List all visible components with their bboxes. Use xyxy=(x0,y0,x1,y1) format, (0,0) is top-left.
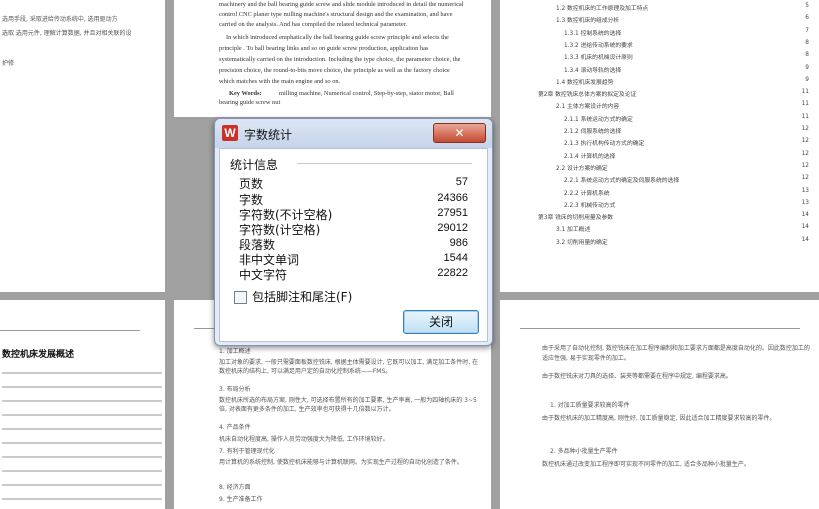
stat-value: 57 xyxy=(455,176,468,188)
toc-entry[interactable]: 2.1.2 伺服系统的选择 xyxy=(564,126,621,135)
toc-page: 1.2 数控机床的工作原理及加工特点 5 1.3 数控机床的组成分析 6 1.3.1 控… xyxy=(500,0,819,292)
document-page: 由于采用了自动化控制, 数控铣床在加工程序编制和加工要求方面都是高度自动化的。因… xyxy=(500,300,819,509)
dialog-titlebar[interactable]: W 字数统计 ✕ xyxy=(215,119,492,148)
dialog-title: 字数统计 xyxy=(244,128,293,142)
toc-page-number: 14 xyxy=(801,236,809,243)
keywords: milling machine, Numerical control, Step… xyxy=(279,90,454,97)
text-line: 选取 选用元件, 理解计算数据, 并且对相关联的设 xyxy=(2,30,132,37)
toc-page-number: 12 xyxy=(801,126,809,132)
text-line: 用计算机的系统控制, 使数控机床能够与计算机联网。为实现生产过程的自动化创造了条… xyxy=(219,459,463,466)
abstract-line: precision choice, the round-to-bits move… xyxy=(219,67,450,74)
abstract-line: principle . To ball bearing links and so… xyxy=(219,45,429,52)
stat-value: 24366 xyxy=(437,192,468,204)
include-footnotes-label[interactable]: 包括脚注和尾注(F) xyxy=(252,288,352,305)
document-page: 数控机床发展概述 xyxy=(0,300,165,509)
text-line: 7. 有利于管理现代化 xyxy=(219,448,275,455)
toc-page-number: 7 xyxy=(805,27,809,34)
toc-entry[interactable]: 3.2 切削用量的确定 xyxy=(556,237,608,246)
close-icon[interactable]: ✕ xyxy=(433,123,486,143)
stat-label: 中文字符 xyxy=(239,268,288,282)
toc-page-number: 12 xyxy=(801,162,809,169)
toc-entry[interactable]: 1.4 数控机床发展趋势 xyxy=(556,77,613,86)
stat-value: 27951 xyxy=(437,207,468,219)
toc-entry[interactable]: 1.2 数控机床的工作原理及加工特点 xyxy=(556,3,648,12)
section-label: 统计信息 xyxy=(230,158,279,172)
text-line: 1. 加工概述 xyxy=(219,348,251,355)
toc-entry[interactable]: 1.3.3 机床的机械设计原则 xyxy=(564,52,633,61)
toc-entry[interactable]: 2.1.4 计算机的选择 xyxy=(564,151,615,160)
stat-value: 1544 xyxy=(443,252,468,264)
stat-value: 986 xyxy=(449,237,468,249)
toc-entry[interactable]: 第2章 数控铣床总体方案的拟定及论证 xyxy=(538,89,636,98)
toc-page-number: 14 xyxy=(801,224,809,231)
text-line: 数控机床通过改变加工程序即可实现不同零件的加工, 适合多品种小批量生产。 xyxy=(542,461,750,468)
text-line: 9. 生产准备工作 xyxy=(219,496,263,503)
document-page: 选用手段, 采取进给传动系统中, 选用驱动方 选取 选用元件, 理解计算数据, … xyxy=(0,0,165,292)
toc-entry[interactable]: 2.1 主体方案设计的内容 xyxy=(556,101,619,110)
toc-entry[interactable]: 1.3.4 滚动导轨的选择 xyxy=(564,65,621,74)
text-line: 8. 经济方面 xyxy=(219,484,251,491)
text-line: 由于数控机床的加工精度高, 刚性好, 加工质量稳定, 因此适合加工精度要求较高的… xyxy=(542,415,776,422)
toc-entry[interactable]: 2.1.1 系统运动方式的确定 xyxy=(564,114,633,123)
toc-page-number: 9 xyxy=(805,76,809,83)
text-line: 加工对象的要求, 一般只需要面板数控铣床, 根据主体需要设计, 它既可以加工, … xyxy=(219,359,479,375)
toc-page-number: 13 xyxy=(801,199,809,206)
abstract-line: systematically carried on the introducti… xyxy=(219,56,461,63)
toc-page-number: 14 xyxy=(801,212,809,219)
toc-entry[interactable]: 2.2 设计方案的确定 xyxy=(556,163,608,172)
toc-page-number: 5 xyxy=(805,3,809,9)
toc-page-number: 9 xyxy=(805,64,809,71)
toc-entry[interactable]: 1.3 数控机床的组成分析 xyxy=(556,15,619,24)
toc-entry[interactable]: 1.3.2 进给传动系统的要求 xyxy=(564,40,633,49)
toc-entry[interactable]: 第3章 铣床的切削用量及参数 xyxy=(538,212,613,221)
toc-page-number: 11 xyxy=(801,113,809,120)
toc-page-number: 13 xyxy=(801,187,809,194)
toc-entry[interactable]: 2.2.1 系统运动方式的确定及伺服系统的选择 xyxy=(564,175,679,184)
stat-label: 页数 xyxy=(239,177,264,191)
text-line: 1. 对加工质量要求较高的零件 xyxy=(550,402,630,409)
toc-page-number: 8 xyxy=(805,52,809,59)
text-line: 2. 多品种小批量生产零件 xyxy=(550,448,618,455)
text-line: 4. 产品条件 xyxy=(219,424,251,431)
include-footnotes-checkbox[interactable] xyxy=(234,291,247,304)
toc-entry[interactable]: 2.2.2 计算机系统 xyxy=(564,188,610,197)
text-line: 选用手段, 采取进给传动系统中, 选用驱动方 xyxy=(2,16,118,23)
abstract-line: control CNC planer type milling machine'… xyxy=(219,11,453,18)
toc-entry[interactable]: 2.2.3 机械传动方式 xyxy=(564,200,615,209)
section-heading: 数控机床发展概述 xyxy=(2,350,75,360)
toc-page-number: 11 xyxy=(801,89,809,96)
text-line: 机床自动化程度高, 操作人员劳动强度大为降低, 工作环境较好。 xyxy=(219,436,389,443)
toc-page-number: 12 xyxy=(801,150,809,157)
keywords-cont: bearing guide screw nut xyxy=(219,99,281,106)
word-count-dialog: W 字数统计 ✕ 统计信息 页数 57 字数 24366 字符数(不计空格) 2… xyxy=(214,118,493,346)
text-line: 3. 布局分析 xyxy=(219,386,251,393)
keywords-label: Key Words: xyxy=(229,90,262,97)
abstract-line: In which introduced emphatically the bal… xyxy=(226,34,449,41)
toc-page-number: 11 xyxy=(801,101,809,108)
text-line: 护修 xyxy=(2,60,15,67)
abstract-line: machinery and the ball bearing guide scr… xyxy=(219,1,464,8)
toc-page-number: 6 xyxy=(805,15,809,22)
dialog-body: 统计信息 页数 57 字数 24366 字符数(不计空格) 27951 字符数(… xyxy=(219,148,488,342)
toc-page-number: 12 xyxy=(801,138,809,145)
toc-entry[interactable]: 2.1.3 执行机构传动方式的确定 xyxy=(564,138,644,147)
stat-value: 29012 xyxy=(437,222,468,234)
toc-page-number: 8 xyxy=(805,39,809,46)
text-line: 由于采用了自动化控制, 数控铣床在加工程序编制和加工要求方面都是高度自动化的。因… xyxy=(542,345,810,362)
toc-page-number: 12 xyxy=(801,175,809,182)
toc-entry[interactable]: 1.3.1 控制系统的选择 xyxy=(564,28,621,37)
abstract-page: machinery and the ball bearing guide scr… xyxy=(174,0,491,117)
abstract-line: which matches with the main engine and s… xyxy=(219,78,341,85)
toc-entry[interactable]: 3.1 加工概述 xyxy=(556,224,590,233)
text-line: 由于数控铣床对刀具的选择、装夹等都需要在程序中规定, 编程要求高。 xyxy=(542,373,732,380)
wps-writer-icon: W xyxy=(222,125,238,141)
close-button[interactable]: 关闭 xyxy=(403,310,479,334)
section-divider xyxy=(297,163,472,164)
abstract-line: carried on the analysis. And has compile… xyxy=(219,21,408,28)
text-line: 数控机床所选的布局方案, 刚性大, 可选择布置所有的加工要素, 生产率高, 一般… xyxy=(219,397,477,413)
stat-value: 22822 xyxy=(437,267,468,279)
